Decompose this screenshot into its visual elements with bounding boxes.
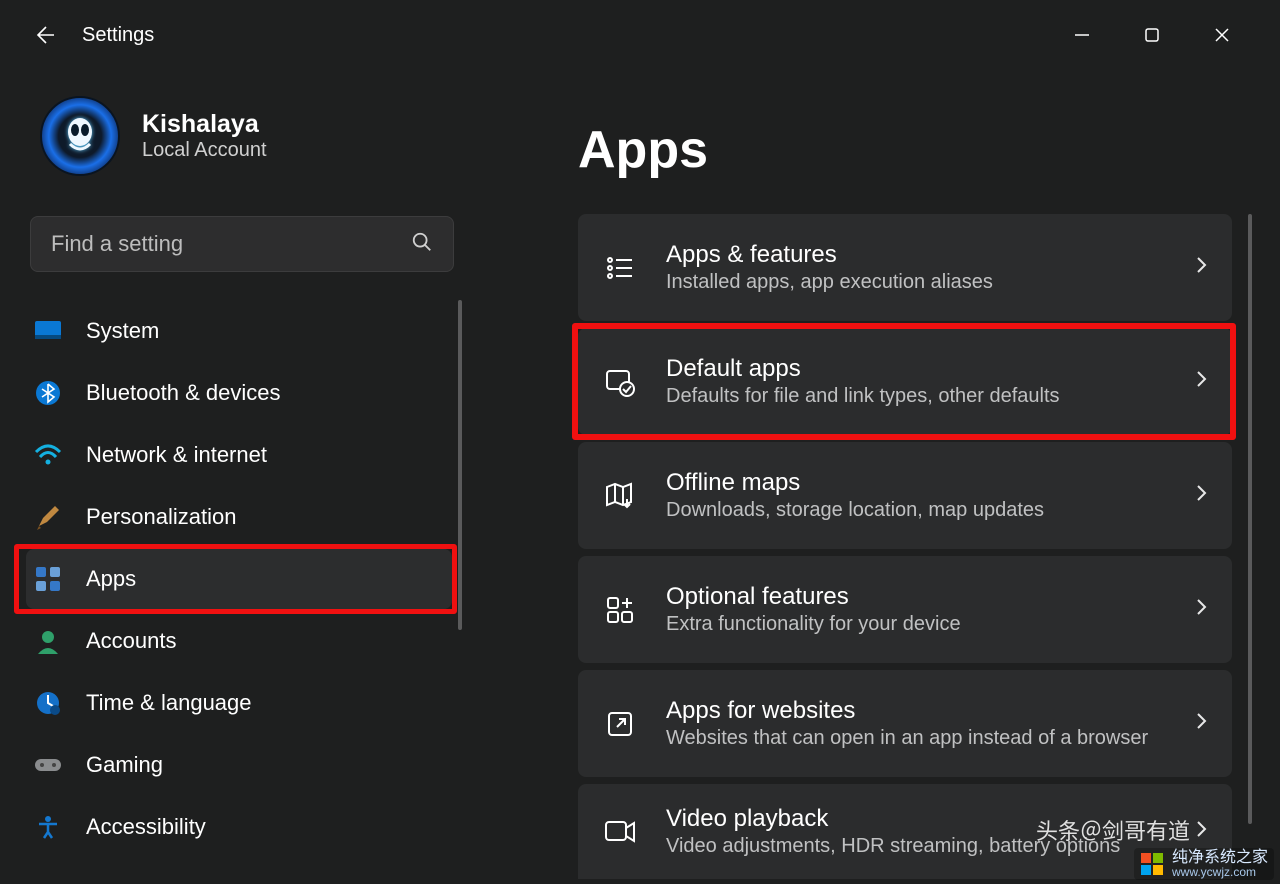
chevron-right-icon: [1192, 712, 1210, 735]
wifi-icon: [32, 439, 64, 471]
profile-block[interactable]: Kishalaya Local Account: [26, 90, 462, 196]
card-offline-maps[interactable]: Offline maps Downloads, storage location…: [578, 442, 1232, 549]
sidebar-item-label: Personalization: [86, 504, 236, 530]
sidebar-item-label: Bluetooth & devices: [86, 380, 280, 406]
card-subtitle: Installed apps, app execution aliases: [666, 271, 1166, 294]
search-icon: [411, 231, 433, 258]
card-title: Default apps: [666, 355, 1166, 383]
sidebar-item-label: Apps: [86, 566, 136, 592]
profile-name: Kishalaya: [142, 110, 267, 139]
sidebar-item-personalization[interactable]: Personalization: [26, 487, 452, 547]
settings-cards: Apps & features Installed apps, app exec…: [578, 214, 1260, 879]
sidebar-scrollbar[interactable]: [458, 300, 462, 630]
maximize-button[interactable]: [1132, 15, 1172, 55]
close-button[interactable]: [1202, 15, 1242, 55]
card-title: Apps for websites: [666, 697, 1166, 725]
window-controls: [1062, 15, 1270, 55]
chevron-right-icon: [1192, 370, 1210, 393]
card-optional-features[interactable]: Optional features Extra functionality fo…: [578, 556, 1232, 663]
chevron-right-icon: [1192, 598, 1210, 621]
sidebar-item-label: Accounts: [86, 628, 177, 654]
sidebar-item-label: System: [86, 318, 159, 344]
avatar: [40, 96, 120, 176]
search-input[interactable]: [51, 231, 411, 257]
sidebar-item-network[interactable]: Network & internet: [26, 425, 452, 485]
sidebar-item-time-language[interactable]: Time & language: [26, 673, 452, 733]
card-subtitle: Downloads, storage location, map updates: [666, 499, 1166, 522]
card-subtitle: Defaults for file and link types, other …: [666, 385, 1166, 408]
watermark-url: www.ycwjz.com: [1172, 866, 1268, 878]
profile-subtitle: Local Account: [142, 139, 267, 162]
apps-icon: [32, 563, 64, 595]
open-external-icon: [600, 704, 640, 744]
sidebar-item-label: Accessibility: [86, 814, 206, 840]
gamepad-icon: [32, 749, 64, 781]
chevron-right-icon: [1192, 820, 1210, 843]
minimize-button[interactable]: [1062, 15, 1102, 55]
sidebar-item-accessibility[interactable]: Accessibility: [26, 797, 452, 857]
bluetooth-icon: [32, 377, 64, 409]
card-default-apps[interactable]: Default apps Defaults for file and link …: [578, 328, 1232, 435]
default-apps-icon: [600, 362, 640, 402]
watermark-overlay-top: 头条＠剑哥有道: [1036, 814, 1190, 846]
sidebar-item-label: Gaming: [86, 752, 163, 778]
chevron-right-icon: [1192, 484, 1210, 507]
watermark-brand: 纯净系统之家: [1172, 850, 1268, 866]
main-scrollbar[interactable]: [1248, 214, 1252, 824]
sidebar-item-gaming[interactable]: Gaming: [26, 735, 452, 795]
clock-globe-icon: [32, 687, 64, 719]
main-content: Apps Apps & features Installed apps, app…: [480, 70, 1280, 884]
video-icon: [600, 812, 640, 852]
sidebar-nav: System Bluetooth & devices Network & int…: [26, 300, 462, 858]
card-title: Apps & features: [666, 241, 1166, 269]
system-icon: [32, 315, 64, 347]
sidebar-item-label: Network & internet: [86, 442, 267, 468]
windows-logo-icon: [1140, 852, 1164, 876]
map-download-icon: [600, 476, 640, 516]
page-title: Apps: [578, 120, 1260, 180]
card-subtitle: Websites that can open in an app instead…: [666, 727, 1166, 750]
sidebar: Kishalaya Local Account System: [0, 70, 480, 884]
sidebar-item-apps[interactable]: Apps: [26, 549, 452, 609]
sidebar-item-accounts[interactable]: Accounts: [26, 611, 452, 671]
annotation-highlight: [14, 544, 457, 614]
grid-plus-icon: [600, 590, 640, 630]
list-icon: [600, 248, 640, 288]
card-apps-features[interactable]: Apps & features Installed apps, app exec…: [578, 214, 1232, 321]
sidebar-item-bluetooth[interactable]: Bluetooth & devices: [26, 363, 452, 423]
brush-icon: [32, 501, 64, 533]
sidebar-item-system[interactable]: System: [26, 301, 452, 361]
app-title: Settings: [82, 24, 154, 47]
titlebar: Settings: [0, 0, 1280, 70]
chevron-right-icon: [1192, 256, 1210, 279]
card-title: Offline maps: [666, 469, 1166, 497]
person-icon: [32, 625, 64, 657]
watermark-overlay: 纯净系统之家 www.ycwjz.com: [1134, 848, 1274, 880]
back-button[interactable]: [24, 15, 64, 55]
accessibility-icon: [32, 811, 64, 843]
card-apps-for-websites[interactable]: Apps for websites Websites that can open…: [578, 670, 1232, 777]
card-subtitle: Extra functionality for your device: [666, 613, 1166, 636]
sidebar-item-label: Time & language: [86, 690, 252, 716]
search-box[interactable]: [30, 216, 454, 272]
card-title: Optional features: [666, 583, 1166, 611]
